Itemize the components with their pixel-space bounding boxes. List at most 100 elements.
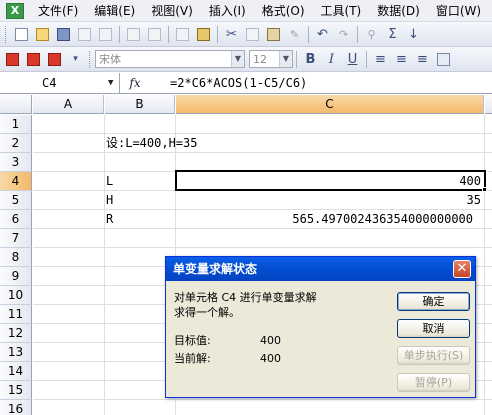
research-icon[interactable] xyxy=(194,25,213,44)
row-header[interactable]: 7 xyxy=(0,229,32,248)
dialog-title-bar[interactable]: 单变量求解状态 ✕ xyxy=(166,257,475,281)
cell-b5[interactable]: H xyxy=(106,191,174,210)
cell-b4[interactable]: L xyxy=(106,172,174,191)
toolbar-options-icon[interactable]: ▾ xyxy=(66,50,85,69)
menu-tools[interactable]: 工具(T) xyxy=(313,0,370,22)
formula-input[interactable]: =2*C6*ACOS(1-C5/C6) xyxy=(150,73,492,93)
row-header[interactable]: 9 xyxy=(0,267,32,286)
toolbar-separator xyxy=(217,25,218,43)
dialog-title: 单变量求解状态 xyxy=(173,262,258,276)
row-header[interactable]: 12 xyxy=(0,324,32,343)
row-header[interactable]: 5 xyxy=(0,191,32,210)
paste-icon[interactable] xyxy=(264,25,283,44)
column-header-b[interactable]: B xyxy=(105,95,175,114)
gridline xyxy=(33,247,492,248)
cancel-button[interactable]: 取消 xyxy=(397,319,470,338)
menu-format[interactable]: 格式(O) xyxy=(254,0,313,22)
cell-c5[interactable]: 35 xyxy=(176,191,484,210)
cell-b2[interactable]: 设:L=400,H=35 xyxy=(106,134,306,153)
chevron-down-icon[interactable]: ▼ xyxy=(279,51,292,67)
cell-b6[interactable]: R xyxy=(106,210,174,229)
target-value-row: 目标值: 400 xyxy=(174,333,281,348)
row-header[interactable]: 15 xyxy=(0,381,32,400)
column-header-a[interactable]: A xyxy=(33,95,104,114)
row-header[interactable]: 6 xyxy=(0,210,32,229)
excel-window: X 文件(F) 编辑(E) 视图(V) 插入(I) 格式(O) 工具(T) 数据… xyxy=(0,0,492,415)
close-icon[interactable]: ✕ xyxy=(453,260,471,278)
pdf-icon[interactable] xyxy=(3,50,22,69)
print-preview-icon[interactable] xyxy=(145,25,164,44)
insert-function-icon[interactable]: fx xyxy=(120,73,150,93)
column-header-c[interactable]: C xyxy=(176,95,484,114)
row-header[interactable]: 8 xyxy=(0,248,32,267)
undo-icon[interactable]: ↶ xyxy=(313,25,332,44)
row-header[interactable]: 11 xyxy=(0,305,32,324)
gridline xyxy=(484,115,485,415)
email-icon[interactable] xyxy=(96,25,115,44)
merge-center-icon[interactable] xyxy=(434,50,453,69)
redo-icon[interactable]: ↷ xyxy=(334,25,353,44)
save-icon[interactable] xyxy=(54,25,73,44)
align-right-icon[interactable]: ≡ xyxy=(413,50,432,69)
chevron-down-icon[interactable]: ▼ xyxy=(231,51,244,67)
target-value: 400 xyxy=(260,334,281,347)
toolbar-grip[interactable] xyxy=(89,50,92,68)
row-header[interactable]: 2 xyxy=(0,134,32,153)
align-left-icon[interactable]: ≡ xyxy=(371,50,390,69)
toolbar-separator xyxy=(296,50,297,68)
permission-icon[interactable] xyxy=(75,25,94,44)
row-header[interactable]: 10 xyxy=(0,286,32,305)
row-header[interactable]: 3 xyxy=(0,153,32,172)
name-box-value: C4 xyxy=(42,75,57,90)
underline-icon[interactable]: U xyxy=(343,50,362,69)
current-value: 400 xyxy=(260,352,281,365)
pdf-review-icon[interactable] xyxy=(45,50,64,69)
row-header[interactable]: 1 xyxy=(0,115,32,134)
menu-edit[interactable]: 编辑(E) xyxy=(86,0,143,22)
pause-button[interactable]: 暂停(P) xyxy=(397,373,470,392)
spelling-icon[interactable] xyxy=(173,25,192,44)
copy-icon[interactable] xyxy=(243,25,262,44)
menu-insert[interactable]: 插入(I) xyxy=(201,0,254,22)
chevron-down-icon[interactable]: ▼ xyxy=(108,73,113,93)
toolbar-separator xyxy=(168,25,169,43)
excel-app-icon[interactable]: X xyxy=(6,2,24,19)
open-icon[interactable] xyxy=(33,25,52,44)
align-center-icon[interactable]: ≡ xyxy=(392,50,411,69)
standard-toolbar: ✂ ✎ ↶ ↷ ⚲ Σ ↓ xyxy=(0,22,492,47)
font-name-select[interactable]: 宋体 ▼ xyxy=(95,50,245,68)
menu-window[interactable]: 窗口(W) xyxy=(428,0,489,22)
formatting-toolbar: ▾ 宋体 ▼ 12 ▼ B I U ≡ ≡ ≡ xyxy=(0,47,492,72)
formula-bar: C4 ▼ fx =2*C6*ACOS(1-C5/C6) xyxy=(0,72,492,94)
menu-file[interactable]: 文件(F) xyxy=(30,0,86,22)
menu-data[interactable]: 数据(D) xyxy=(369,0,428,22)
ok-button[interactable]: 确定 xyxy=(397,292,470,311)
font-name-value: 宋体 xyxy=(99,53,121,66)
fill-handle[interactable] xyxy=(482,187,487,192)
step-button[interactable]: 单步执行(S) xyxy=(397,346,470,365)
menu-view[interactable]: 视图(V) xyxy=(143,0,201,22)
cell-c6[interactable]: 565.497002436354000000000 xyxy=(253,210,483,229)
row-header[interactable]: 16 xyxy=(0,400,32,415)
autosum-icon[interactable]: Σ xyxy=(383,25,402,44)
row-header[interactable]: 4 xyxy=(0,172,32,191)
bold-icon[interactable]: B xyxy=(301,50,320,69)
row-header[interactable]: 14 xyxy=(0,362,32,381)
hyperlink-icon[interactable]: ⚲ xyxy=(362,25,381,44)
new-icon[interactable] xyxy=(12,25,31,44)
toolbar-grip[interactable] xyxy=(5,25,8,43)
sort-ascending-icon[interactable]: ↓ xyxy=(404,25,423,44)
font-size-select[interactable]: 12 ▼ xyxy=(249,50,293,68)
goal-seek-status-dialog: 单变量求解状态 ✕ 对单元格 C4 进行单变量求解 求得一个解。 目标值: 400… xyxy=(165,256,476,398)
print-icon[interactable] xyxy=(124,25,143,44)
pdf-email-icon[interactable] xyxy=(24,50,43,69)
name-box[interactable]: C4 ▼ xyxy=(0,72,120,93)
cut-icon[interactable]: ✂ xyxy=(222,25,241,44)
row-header[interactable]: 13 xyxy=(0,343,32,362)
select-all-corner[interactable] xyxy=(0,95,32,114)
dialog-message-line: 对单元格 C4 进行单变量求解 xyxy=(174,291,317,304)
format-painter-icon[interactable]: ✎ xyxy=(285,25,304,44)
column-header-d[interactable] xyxy=(485,95,492,114)
gridline xyxy=(33,399,492,400)
italic-icon[interactable]: I xyxy=(322,50,341,69)
